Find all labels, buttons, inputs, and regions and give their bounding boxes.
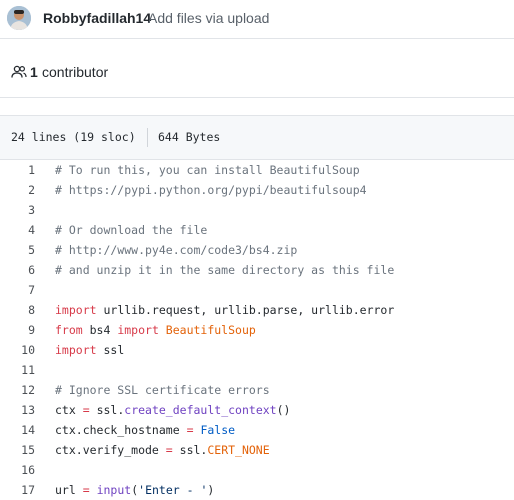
line-number[interactable]: 5 (0, 240, 35, 260)
line-number[interactable]: 17 (0, 480, 35, 500)
code-line: 9 from bs4 import BeautifulSoup (0, 320, 514, 340)
code-token: False (200, 423, 236, 437)
file-info-header: 24 lines (19 sloc) 644 Bytes (0, 115, 514, 160)
line-number[interactable]: 14 (0, 420, 35, 440)
code-token: CERT_NONE (207, 443, 270, 457)
code-text: # Ignore SSL certificate errors (55, 380, 270, 400)
code-token: = (165, 443, 173, 457)
line-number[interactable]: 10 (0, 340, 35, 360)
code-token: urllib.request, urllib.parse, urllib.err… (96, 303, 395, 317)
file-line-count: 24 lines (19 sloc) (11, 130, 136, 144)
code-token: ssl. (172, 443, 208, 457)
code-text: url = input('Enter - ') (55, 480, 214, 500)
code-token: from (55, 323, 83, 337)
code-text: import ssl (55, 340, 124, 360)
author-avatar[interactable] (7, 6, 31, 30)
latest-commit-bar: Robbyfadillah14 Add files via upload (0, 0, 514, 39)
code-line: 14 ctx.check_hostname = False (0, 420, 514, 440)
code-line: 7 (0, 280, 514, 300)
code-line: 11 (0, 360, 514, 380)
code-text: # and unzip it in the same directory as … (55, 260, 394, 280)
code-token: ctx (55, 403, 83, 417)
people-icon (11, 65, 27, 78)
code-token: ctx.verify_mode (55, 443, 166, 457)
code-token: # Ignore SSL certificate errors (55, 383, 270, 397)
code-line: 16 (0, 460, 514, 480)
avatar-image (7, 6, 31, 30)
code-token: # Or download the file (55, 223, 208, 237)
code-text: ctx.check_hostname = False (55, 420, 235, 440)
code-token: = (186, 423, 194, 437)
code-line: 3 (0, 200, 514, 220)
code-token: import (55, 343, 97, 357)
code-token: # To run this, you can install Beautiful… (55, 163, 360, 177)
commit-author-link[interactable]: Robbyfadillah14 (43, 10, 151, 26)
line-number[interactable]: 8 (0, 300, 35, 320)
code-view: 1 # To run this, you can install Beautifu… (0, 160, 514, 500)
code-token: # and unzip it in the same directory as … (55, 263, 395, 277)
code-text: ctx.verify_mode = ssl.CERT_NONE (55, 440, 270, 460)
code-token: import (117, 323, 159, 337)
line-number[interactable]: 16 (0, 460, 35, 480)
code-line: 15 ctx.verify_mode = ssl.CERT_NONE (0, 440, 514, 460)
code-token: bs4 (82, 323, 118, 337)
code-text: # http://www.py4e.com/code3/bs4.zip (55, 240, 297, 260)
code-token: # http://www.py4e.com/code3/bs4.zip (55, 243, 298, 257)
line-number[interactable]: 7 (0, 280, 35, 300)
code-token: ssl. (89, 403, 125, 417)
code-token: create_default_context (124, 403, 277, 417)
line-number[interactable]: 4 (0, 220, 35, 240)
file-info-divider (147, 128, 148, 147)
code-token: = (82, 403, 90, 417)
code-line: 12 # Ignore SSL certificate errors (0, 380, 514, 400)
code-line: 4 # Or download the file (0, 220, 514, 240)
contributor-label[interactable]: contributor (42, 64, 108, 80)
code-text: # Or download the file (55, 220, 207, 240)
line-number[interactable]: 1 (0, 160, 35, 180)
code-text: # https://pypi.python.org/pypi/beautiful… (55, 180, 367, 200)
code-text: import urllib.request, urllib.parse, url… (55, 300, 394, 320)
code-line: 2 # https://pypi.python.org/pypi/beautifu… (0, 180, 514, 200)
line-number[interactable]: 6 (0, 260, 35, 280)
contributor-count[interactable]: 1 (30, 64, 38, 80)
code-text: ctx = ssl.create_default_context() (55, 400, 290, 420)
code-line: 6 # and unzip it in the same directory as… (0, 260, 514, 280)
code-token: ssl (96, 343, 125, 357)
line-number[interactable]: 12 (0, 380, 35, 400)
code-token: # https://pypi.python.org/pypi/beautiful… (55, 183, 367, 197)
code-token: () (276, 403, 291, 417)
code-line: 1 # To run this, you can install Beautifu… (0, 160, 514, 180)
code-token: ctx.check_hostname (55, 423, 187, 437)
line-number[interactable]: 2 (0, 180, 35, 200)
line-number[interactable]: 9 (0, 320, 35, 340)
code-line: 10 import ssl (0, 340, 514, 360)
code-token: import (55, 303, 97, 317)
line-number[interactable]: 15 (0, 440, 35, 460)
commit-message-link[interactable]: Add files via upload (148, 10, 269, 26)
code-text: # To run this, you can install Beautiful… (55, 160, 360, 180)
code-line: 13 ctx = ssl.create_default_context() (0, 400, 514, 420)
line-number[interactable]: 13 (0, 400, 35, 420)
line-number[interactable]: 3 (0, 200, 35, 220)
code-text: from bs4 import BeautifulSoup (55, 320, 256, 340)
contributors-bar: 1 contributor (0, 38, 514, 98)
code-line: 17 url = input('Enter - ') (0, 480, 514, 500)
code-line: 5 # http://www.py4e.com/code3/bs4.zip (0, 240, 514, 260)
file-size: 644 Bytes (158, 130, 221, 144)
line-number[interactable]: 11 (0, 360, 35, 380)
code-line: 8 import urllib.request, urllib.parse, ur… (0, 300, 514, 320)
code-token: BeautifulSoup (158, 323, 256, 337)
